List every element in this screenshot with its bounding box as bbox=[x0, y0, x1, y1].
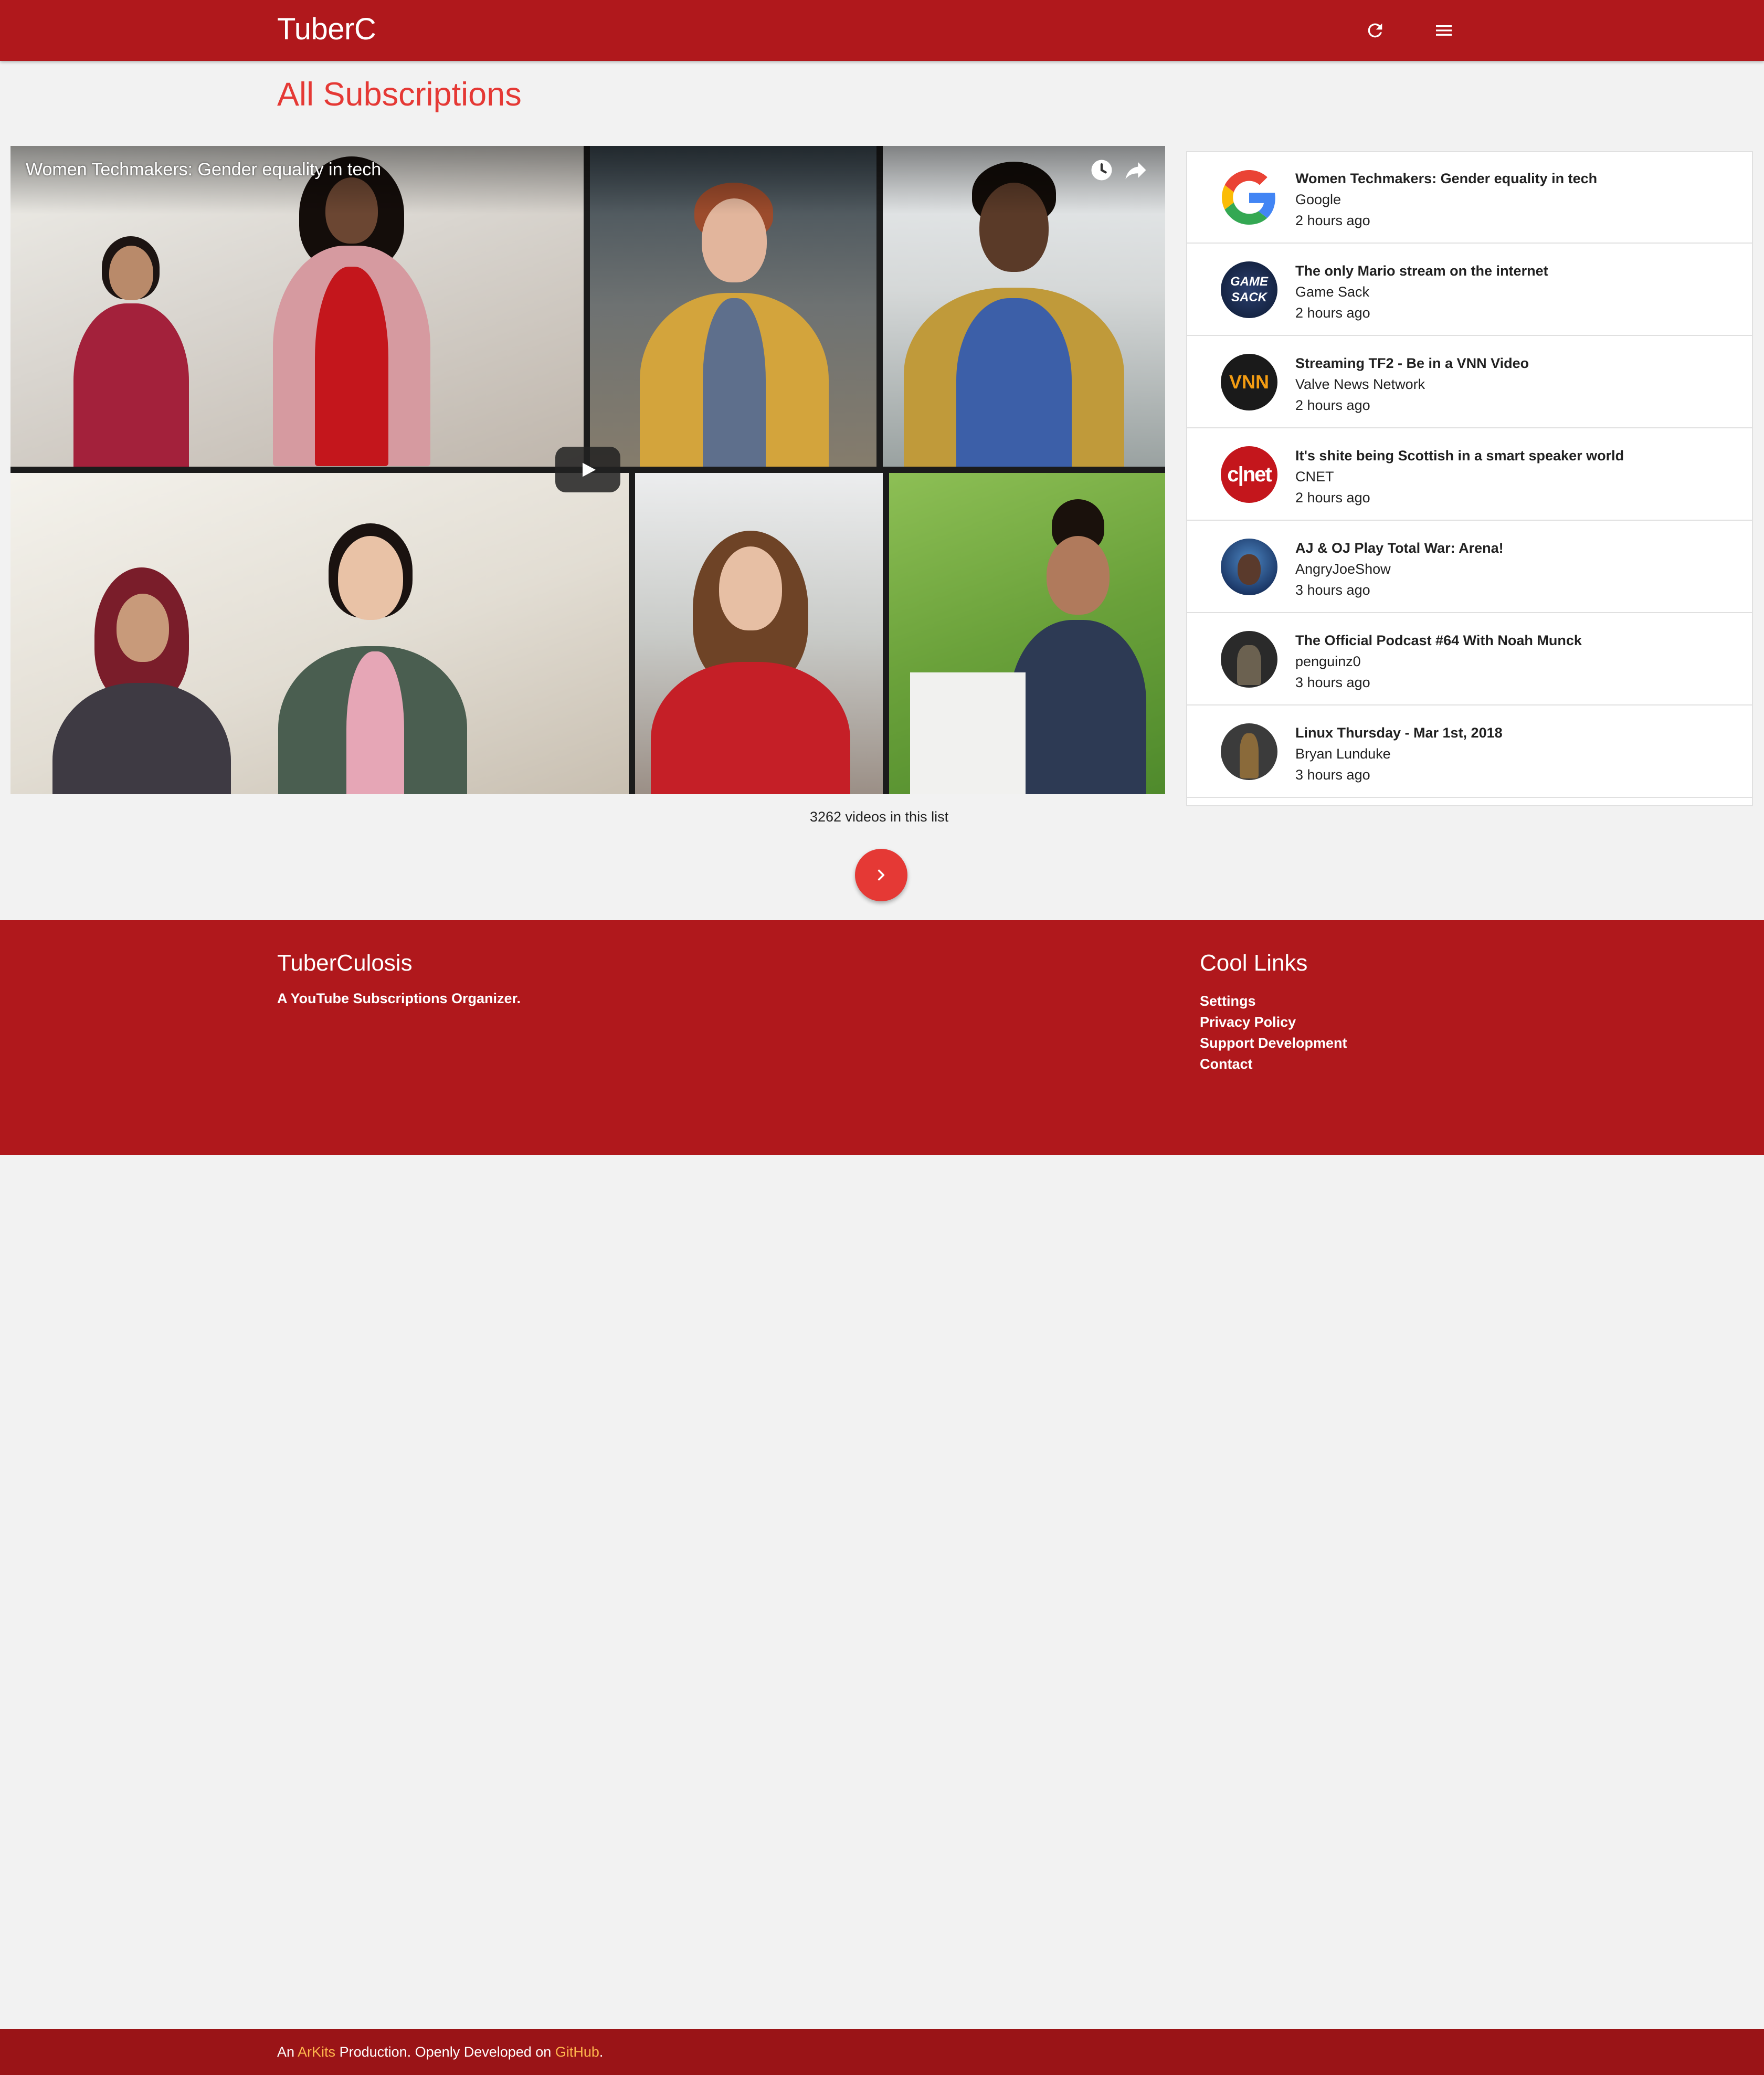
footer-brand: TuberCulosis bbox=[277, 950, 413, 976]
next-button[interactable] bbox=[855, 849, 907, 901]
top-app-bar: TuberC bbox=[0, 0, 1764, 61]
watch-later-button[interactable] bbox=[1088, 156, 1115, 184]
footer-link-privacy-policy[interactable]: Privacy Policy bbox=[1200, 1012, 1347, 1033]
video-title[interactable]: It's shite being Scottish in a smart spe… bbox=[1295, 445, 1624, 466]
video-meta: It's shite being Scottish in a smart spe… bbox=[1295, 445, 1624, 508]
video-meta: Linux Thursday - Mar 1st, 2018 Bryan Lun… bbox=[1295, 722, 1503, 785]
app-brand[interactable]: TuberC bbox=[277, 13, 376, 46]
channel-name[interactable]: Google bbox=[1295, 189, 1597, 210]
video-title[interactable]: The only Mario stream on the internet bbox=[1295, 260, 1548, 281]
upload-time: 2 hours ago bbox=[1295, 213, 1370, 228]
desk bbox=[910, 672, 1026, 794]
copyright-prefix: An bbox=[277, 2044, 298, 2060]
avatar-figure bbox=[1237, 645, 1261, 685]
upload-time: 2 hours ago bbox=[1295, 490, 1370, 505]
footer-link-settings[interactable]: Settings bbox=[1200, 991, 1347, 1012]
upload-time: 3 hours ago bbox=[1295, 582, 1370, 598]
angryjoe-avatar[interactable] bbox=[1221, 539, 1277, 595]
vnn-logo-avatar[interactable]: VNN bbox=[1221, 354, 1277, 410]
cnet-logo: c|net bbox=[1227, 462, 1272, 486]
avatar-figure bbox=[1238, 554, 1261, 585]
video-meta: AJ & OJ Play Total War: Arena! AngryJoeS… bbox=[1295, 538, 1504, 601]
list-item[interactable]: c|net It's shite being Scottish in a sma… bbox=[1187, 429, 1752, 521]
page-footer: TuberCulosis A YouTube Subscriptions Org… bbox=[0, 920, 1764, 2075]
video-title[interactable]: Women Techmakers: Gender equality in tec… bbox=[26, 156, 381, 183]
avatar-figure bbox=[1240, 733, 1259, 778]
upload-time: 2 hours ago bbox=[1295, 305, 1370, 321]
page-title: All Subscriptions bbox=[277, 76, 522, 113]
list-item[interactable]: Linux Thursday - Mar 1st, 2018 Bryan Lun… bbox=[1187, 707, 1752, 798]
footer-links: Settings Privacy Policy Support Developm… bbox=[1200, 991, 1347, 1075]
channel-name[interactable]: CNET bbox=[1295, 466, 1624, 487]
share-icon bbox=[1125, 162, 1146, 180]
video-meta: Streaming TF2 - Be in a VNN Video Valve … bbox=[1295, 353, 1529, 416]
footer-link-support-development[interactable]: Support Development bbox=[1200, 1033, 1347, 1054]
upload-time: 3 hours ago bbox=[1295, 767, 1370, 783]
video-count: 3262 videos in this list bbox=[809, 809, 949, 825]
channel-name[interactable]: penguinz0 bbox=[1295, 651, 1582, 672]
upload-time: 3 hours ago bbox=[1295, 675, 1370, 690]
video-meta: The Official Podcast #64 With Noah Munck… bbox=[1295, 630, 1582, 693]
video-title[interactable]: Women Techmakers: Gender equality in tec… bbox=[1295, 168, 1597, 189]
footer-tagline: A YouTube Subscriptions Organizer. bbox=[277, 991, 521, 1006]
list-item[interactable]: The Official Podcast #64 With Noah Munck… bbox=[1187, 614, 1752, 705]
video-meta: Women Techmakers: Gender equality in tec… bbox=[1295, 168, 1597, 231]
video-title[interactable]: Streaming TF2 - Be in a VNN Video bbox=[1295, 353, 1529, 374]
video-title[interactable]: Linux Thursday - Mar 1st, 2018 bbox=[1295, 722, 1503, 743]
subscription-video-list[interactable]: Women Techmakers: Gender equality in tec… bbox=[1186, 151, 1753, 806]
video-meta: The only Mario stream on the internet Ga… bbox=[1295, 260, 1548, 323]
refresh-icon bbox=[1368, 23, 1382, 38]
game-sack-logo-avatar[interactable]: GAME SACK bbox=[1221, 261, 1277, 318]
channel-name[interactable]: Bryan Lunduke bbox=[1295, 743, 1503, 764]
list-item[interactable]: Women Techmakers: Gender equality in tec… bbox=[1187, 152, 1752, 244]
video-frame-tile bbox=[889, 473, 1165, 794]
video-frame-tile bbox=[10, 473, 629, 794]
vnn-logo: VNN bbox=[1229, 371, 1269, 393]
footer-links-heading: Cool Links bbox=[1200, 950, 1308, 976]
menu-icon bbox=[1436, 25, 1452, 36]
game-sack-logo: GAME SACK bbox=[1230, 275, 1268, 304]
arkits-link[interactable]: ArKits bbox=[298, 2044, 335, 2060]
list-item[interactable]: GAME SACK The only Mario stream on the i… bbox=[1187, 245, 1752, 336]
play-button[interactable] bbox=[555, 447, 620, 492]
video-frame-tile bbox=[635, 473, 883, 794]
channel-name[interactable]: AngryJoeShow bbox=[1295, 559, 1504, 580]
refresh-button[interactable] bbox=[1358, 14, 1392, 47]
list-item[interactable]: AJ & OJ Play Total War: Arena! AngryJoeS… bbox=[1187, 522, 1752, 613]
google-logo-avatar[interactable] bbox=[1221, 169, 1277, 226]
channel-name[interactable]: Valve News Network bbox=[1295, 374, 1529, 395]
cnet-logo-avatar[interactable]: c|net bbox=[1221, 446, 1277, 503]
copyright-text: An ArKits Production. Openly Developed o… bbox=[277, 2039, 603, 2065]
menu-button[interactable] bbox=[1427, 14, 1461, 47]
video-title[interactable]: AJ & OJ Play Total War: Arena! bbox=[1295, 538, 1504, 559]
lunduke-avatar[interactable] bbox=[1221, 723, 1277, 780]
video-title[interactable]: The Official Podcast #64 With Noah Munck bbox=[1295, 630, 1582, 651]
share-button[interactable] bbox=[1122, 156, 1149, 184]
play-icon bbox=[583, 462, 596, 477]
copyright-middle: Production. Openly Developed on bbox=[335, 2044, 555, 2060]
google-logo-icon bbox=[1222, 170, 1275, 225]
channel-name[interactable]: Game Sack bbox=[1295, 281, 1548, 302]
penguinz0-avatar[interactable] bbox=[1221, 631, 1277, 688]
list-item[interactable]: VNN Streaming TF2 - Be in a VNN Video Va… bbox=[1187, 337, 1752, 428]
footer-copyright-bar: An ArKits Production. Openly Developed o… bbox=[0, 2029, 1764, 2075]
footer-link-contact[interactable]: Contact bbox=[1200, 1054, 1347, 1075]
upload-time: 2 hours ago bbox=[1295, 397, 1370, 413]
video-player[interactable]: Women Techmakers: Gender equality in tec… bbox=[10, 146, 1165, 794]
github-link[interactable]: GitHub bbox=[555, 2044, 599, 2060]
chevron-right-icon bbox=[878, 869, 885, 881]
copyright-suffix: . bbox=[599, 2044, 604, 2060]
clock-icon bbox=[1091, 160, 1112, 181]
